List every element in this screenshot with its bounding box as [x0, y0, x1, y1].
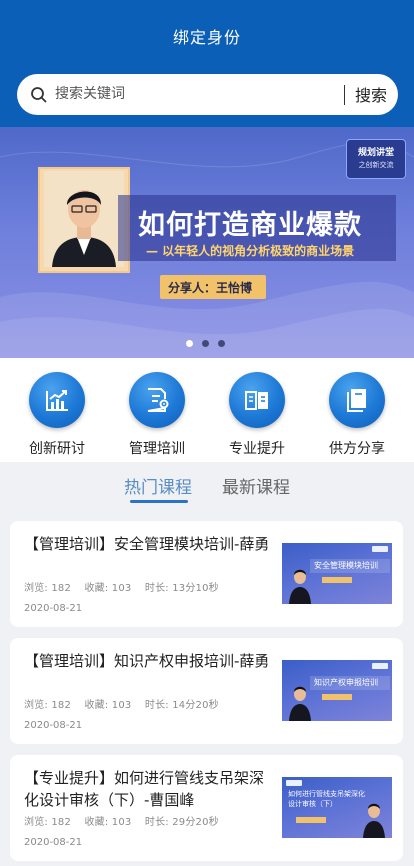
category-label: 创新研讨 — [29, 441, 85, 457]
search-bar[interactable]: 搜索 — [17, 74, 398, 115]
book-icon — [329, 372, 385, 428]
course-card[interactable]: 【管理培训】知识产权申报培训-薛勇 浏览: 182 收藏: 103 时长: 14… — [10, 638, 403, 744]
course-title: 【管理培训】知识产权申报培训-薛勇 — [24, 652, 270, 670]
carousel-dots — [186, 340, 230, 348]
course-meta: 浏览: 182 收藏: 103 时长: 14分20秒 — [24, 696, 229, 711]
chart-up-icon — [29, 372, 85, 428]
course-duration: 时长: 14分20秒 — [144, 700, 219, 711]
thumb-title: 如何进行管线支吊架深化设计审核（下） — [288, 790, 365, 808]
open-book-icon — [229, 372, 285, 428]
course-views: 浏览: 182 — [24, 700, 72, 711]
category-supplier[interactable]: 供方分享 — [312, 372, 402, 457]
banner-headline: 如何打造商业爆款 — [138, 210, 362, 241]
carousel-dot[interactable] — [202, 340, 209, 347]
thumb-speaker-photo — [289, 686, 311, 721]
brand-badge-subtitle: 之创新交流 — [358, 161, 394, 169]
page-title: 绑定身份 — [172, 28, 241, 47]
thumb-speaker-tag — [322, 694, 352, 700]
thumb-speaker-tag — [322, 577, 352, 583]
brand-badge-title: 规划讲堂 — [357, 148, 394, 158]
thumb-brand-badge — [372, 663, 388, 669]
thumb-speaker-tag — [296, 817, 326, 823]
course-card[interactable]: 【专业提升】如何进行管线支吊架深化设计审核（下）-曹国峰 浏览: 182 收藏:… — [10, 755, 403, 861]
banner-subtitle: — 以年轻人的视角分析极致的商业场景 — [146, 244, 355, 258]
speaker-tag: 分享人：王怡博 — [160, 275, 266, 299]
search-button[interactable]: 搜索 — [355, 82, 387, 106]
speaker-photo — [44, 171, 124, 267]
course-thumbnail: 安全管理模块培训 — [282, 543, 392, 604]
course-thumbnail: 知识产权申报培训 — [282, 660, 392, 721]
course-favorites: 收藏: 103 — [84, 700, 132, 711]
brand-badge: 规划讲堂 之创新交流 — [346, 139, 406, 179]
course-favorites: 收藏: 103 — [84, 583, 132, 594]
search-icon — [31, 87, 47, 103]
category-professional[interactable]: 专业提升 — [212, 372, 302, 457]
course-thumbnail: 如何进行管线支吊架深化设计审核（下） — [282, 777, 392, 838]
category-label: 专业提升 — [229, 441, 285, 457]
category-management[interactable]: 管理培训 — [112, 372, 202, 457]
category-label: 管理培训 — [129, 441, 185, 457]
course-favorites: 收藏: 103 — [84, 817, 132, 828]
app-header: 绑定身份 搜索 — [0, 0, 414, 127]
course-date: 2020-08-21 — [24, 837, 83, 848]
course-date: 2020-08-21 — [24, 603, 83, 614]
course-meta: 浏览: 182 收藏: 103 时长: 13分10秒 — [24, 579, 229, 594]
thumb-title: 安全管理模块培训 — [314, 561, 378, 570]
thumb-brand-badge — [372, 546, 388, 552]
tab-new-courses[interactable]: 最新课程 — [222, 473, 290, 498]
course-title: 【管理培训】安全管理模块培训-薛勇 — [24, 535, 270, 553]
promo-banner[interactable]: 规划讲堂 之创新交流 如何打造商业爆款 — 以年轻人的视角分析极致的商业场景 分… — [0, 127, 414, 358]
course-title: 【专业提升】如何进行管线支吊架深化设计审核（下）-曹国峰 — [24, 769, 265, 809]
speaker-name: 分享人：王怡博 — [168, 281, 253, 295]
active-tab-indicator — [130, 500, 188, 503]
thumb-speaker-photo — [289, 569, 311, 604]
course-duration: 时长: 13分10秒 — [144, 583, 219, 594]
search-divider — [344, 85, 345, 105]
thumb-title: 知识产权申报培训 — [314, 678, 378, 687]
category-label: 供方分享 — [329, 441, 385, 457]
thumb-brand-badge — [286, 780, 302, 786]
carousel-dot[interactable] — [186, 340, 193, 347]
course-duration: 时长: 29分20秒 — [144, 817, 219, 828]
category-innovation[interactable]: 创新研讨 — [12, 372, 102, 457]
tab-hot-courses[interactable]: 热门课程 — [124, 473, 192, 498]
course-date: 2020-08-21 — [24, 720, 83, 731]
thumb-speaker-photo — [363, 803, 385, 838]
course-views: 浏览: 182 — [24, 583, 72, 594]
carousel-dot[interactable] — [218, 340, 225, 347]
course-card[interactable]: 【管理培训】安全管理模块培训-薛勇 浏览: 182 收藏: 103 时长: 13… — [10, 521, 403, 627]
category-nav: 创新研讨 管理培训 专业提升 供方分享 — [0, 358, 414, 462]
doc-gear-icon — [129, 372, 185, 428]
course-meta: 浏览: 182 收藏: 103 时长: 29分20秒 — [24, 813, 229, 828]
search-input[interactable] — [55, 82, 325, 106]
course-views: 浏览: 182 — [24, 817, 72, 828]
course-tabs: 热门课程 最新课程 — [0, 462, 414, 510]
